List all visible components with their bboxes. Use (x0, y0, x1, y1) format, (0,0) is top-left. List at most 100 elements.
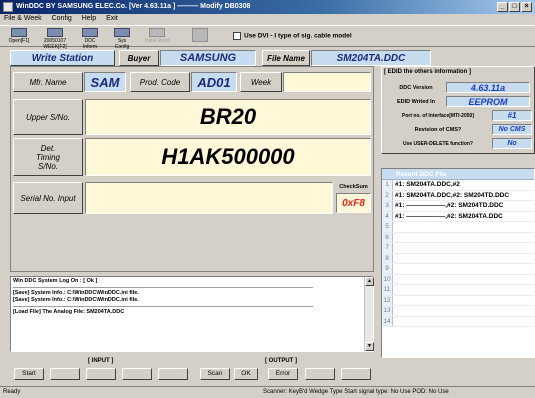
input-slot-4[interactable] (158, 368, 188, 380)
list-item[interactable]: 12 (382, 295, 534, 306)
prod-code-label: Prod. Code (130, 72, 190, 92)
serial-input-field[interactable] (85, 182, 333, 214)
list-item-number: 14 (382, 316, 393, 326)
upper-sno-field[interactable]: BR20 (85, 99, 371, 135)
list-item-number: 2 (382, 190, 393, 200)
buyer-value: SAMSUNG (160, 50, 256, 66)
start-button[interactable]: Start (14, 368, 44, 380)
error-button[interactable]: Error (268, 368, 298, 380)
title-bar: WinDDC BY SAMSUNG ELEC.Co. [Ver 4.63.11a… (0, 0, 535, 14)
output-slot-1[interactable] (305, 368, 335, 380)
file-name-label: File Name (262, 50, 310, 66)
list-item-text: #1: SM204TA.DDC,#2: SM204TD.DDC (395, 191, 510, 199)
list-item-text (393, 264, 395, 274)
mfr-name-field[interactable]: SAM (84, 72, 126, 92)
log-line: [Save] System Info.: C:\WinDDC\WinDDC.in… (13, 290, 139, 296)
list-item-number: 13 (382, 306, 393, 316)
log-divider (13, 306, 313, 307)
list-item[interactable]: 2 #1: SM204TA.DDC,#2: SM204TD.DDC (382, 190, 534, 201)
list-item-number: 3 (382, 201, 393, 211)
det-timing-field[interactable]: H1AK500000 (85, 138, 371, 176)
port-value: #1 (492, 110, 532, 121)
output-slot-2[interactable] (341, 368, 371, 380)
dvi-checkbox-box[interactable] (233, 32, 241, 40)
cms-row: Revision of CMS? No CMS (384, 123, 532, 136)
list-item-text: #1: SM204TA.DDC,#2 (395, 181, 460, 188)
write-icon (192, 28, 208, 42)
file-name-value: SM204TA.DDC (311, 50, 431, 66)
input-slot-3[interactable] (122, 368, 152, 380)
menu-file-week[interactable]: File & Week (4, 15, 42, 22)
user-delete-value: No (492, 138, 532, 149)
calendar-icon (47, 28, 63, 37)
minimize-button[interactable]: _ (497, 2, 508, 12)
port-label: Port no. of Interface[MTI-2050] (402, 112, 474, 119)
input-slot-2[interactable] (86, 368, 116, 380)
list-item-number: 4 (382, 211, 393, 221)
week-field[interactable] (283, 72, 371, 92)
list-item-text (393, 285, 395, 295)
list-item-text (393, 296, 395, 306)
status-left: Ready (3, 389, 21, 395)
edid-writed-value: EEPROM (446, 96, 530, 107)
ok-button[interactable]: OK (234, 368, 258, 380)
prod-code-field[interactable]: AD01 (191, 72, 237, 92)
list-item-number: 9 (382, 264, 393, 274)
list-item-number: 10 (382, 274, 393, 284)
mode-label: Write Station (10, 50, 115, 66)
scan-button[interactable]: Scan (200, 368, 230, 380)
config-icon (114, 28, 130, 37)
log-line: [Save] System Info.: C:\WinDDC\WinDDC.in… (13, 297, 139, 303)
menu-help[interactable]: Help (82, 15, 96, 22)
ddc-version-row: DDC Version 4.63.11a (386, 81, 530, 94)
maximize-button[interactable]: □ (509, 2, 520, 12)
edid-info-panel: [ EDID the others information ] DDC Vers… (381, 66, 535, 154)
input-group-label: [ INPUT ] (88, 358, 114, 364)
open-button[interactable]: Open[F1] (4, 28, 34, 46)
list-item-number: 12 (382, 295, 393, 305)
log-panel: Win DDC System Log On : [ Ok ] [Save] Sy… (10, 276, 374, 352)
week-button[interactable]: 20050107 WEEK[F2] (38, 28, 72, 50)
sys-config-button[interactable]: Sys Config (110, 28, 134, 50)
list-item-number: 7 (382, 243, 393, 253)
input-slot-1[interactable] (50, 368, 80, 380)
list-item[interactable]: 1 #1: SM204TA.DDC,#2 (382, 180, 534, 191)
read-icon (149, 28, 165, 37)
list-item[interactable]: 3 #1: ——————,#2: SM204TD.DDC (382, 201, 534, 212)
list-item[interactable]: 10 (382, 274, 534, 285)
log-line: Win DDC System Log On : [ Ok ] (13, 278, 98, 284)
checksum-value: 0xF8 (336, 193, 371, 213)
checksum-label: CheckSum (339, 184, 368, 190)
app-icon (3, 2, 13, 12)
menu-config[interactable]: Config (52, 15, 72, 22)
log-line: [Load File] The Analog File: SM204TA.DDC (13, 309, 125, 315)
list-item-text (393, 222, 395, 232)
scroll-up-icon[interactable]: ▲ (365, 277, 374, 286)
list-item-text (393, 254, 395, 264)
list-item[interactable]: 13 (382, 306, 534, 317)
scroll-down-icon[interactable]: ▼ (365, 342, 374, 351)
list-item[interactable]: 4 #1: ——————,#2: SM204TA.DDC (382, 211, 534, 222)
det-timing-label: Det. Timing S/No. (13, 138, 83, 176)
upper-sno-label: Upper S/No. (13, 99, 83, 135)
list-item-number: 6 (382, 232, 393, 242)
list-item[interactable]: 5 (382, 222, 534, 233)
close-button[interactable]: × (521, 2, 532, 12)
list-item[interactable]: 14 (382, 316, 534, 327)
ddc-inform-button[interactable]: DDC Inform (78, 28, 102, 50)
edid-info-title: [ EDID the others information ] (384, 69, 471, 75)
list-item[interactable]: 11 (382, 285, 534, 296)
write-button[interactable] (185, 28, 215, 46)
menu-exit[interactable]: Exit (106, 15, 118, 22)
status-right: Scanner: KeyB'd Wedge Type Start signal … (263, 389, 449, 395)
log-scrollbar[interactable]: ▲ ▼ (364, 277, 374, 351)
list-item[interactable]: 7 (382, 243, 534, 254)
cms-label: Revision of CMS? (414, 126, 462, 133)
initial-read-button[interactable]: Initial Read (142, 28, 172, 46)
list-item-text (393, 306, 395, 316)
list-item[interactable]: 8 (382, 253, 534, 264)
list-item[interactable]: 6 (382, 232, 534, 243)
list-item[interactable]: 9 (382, 264, 534, 275)
list-item-text (393, 317, 395, 327)
dvi-checkbox[interactable]: Use DVI - I type of sig. cable model (233, 32, 352, 40)
